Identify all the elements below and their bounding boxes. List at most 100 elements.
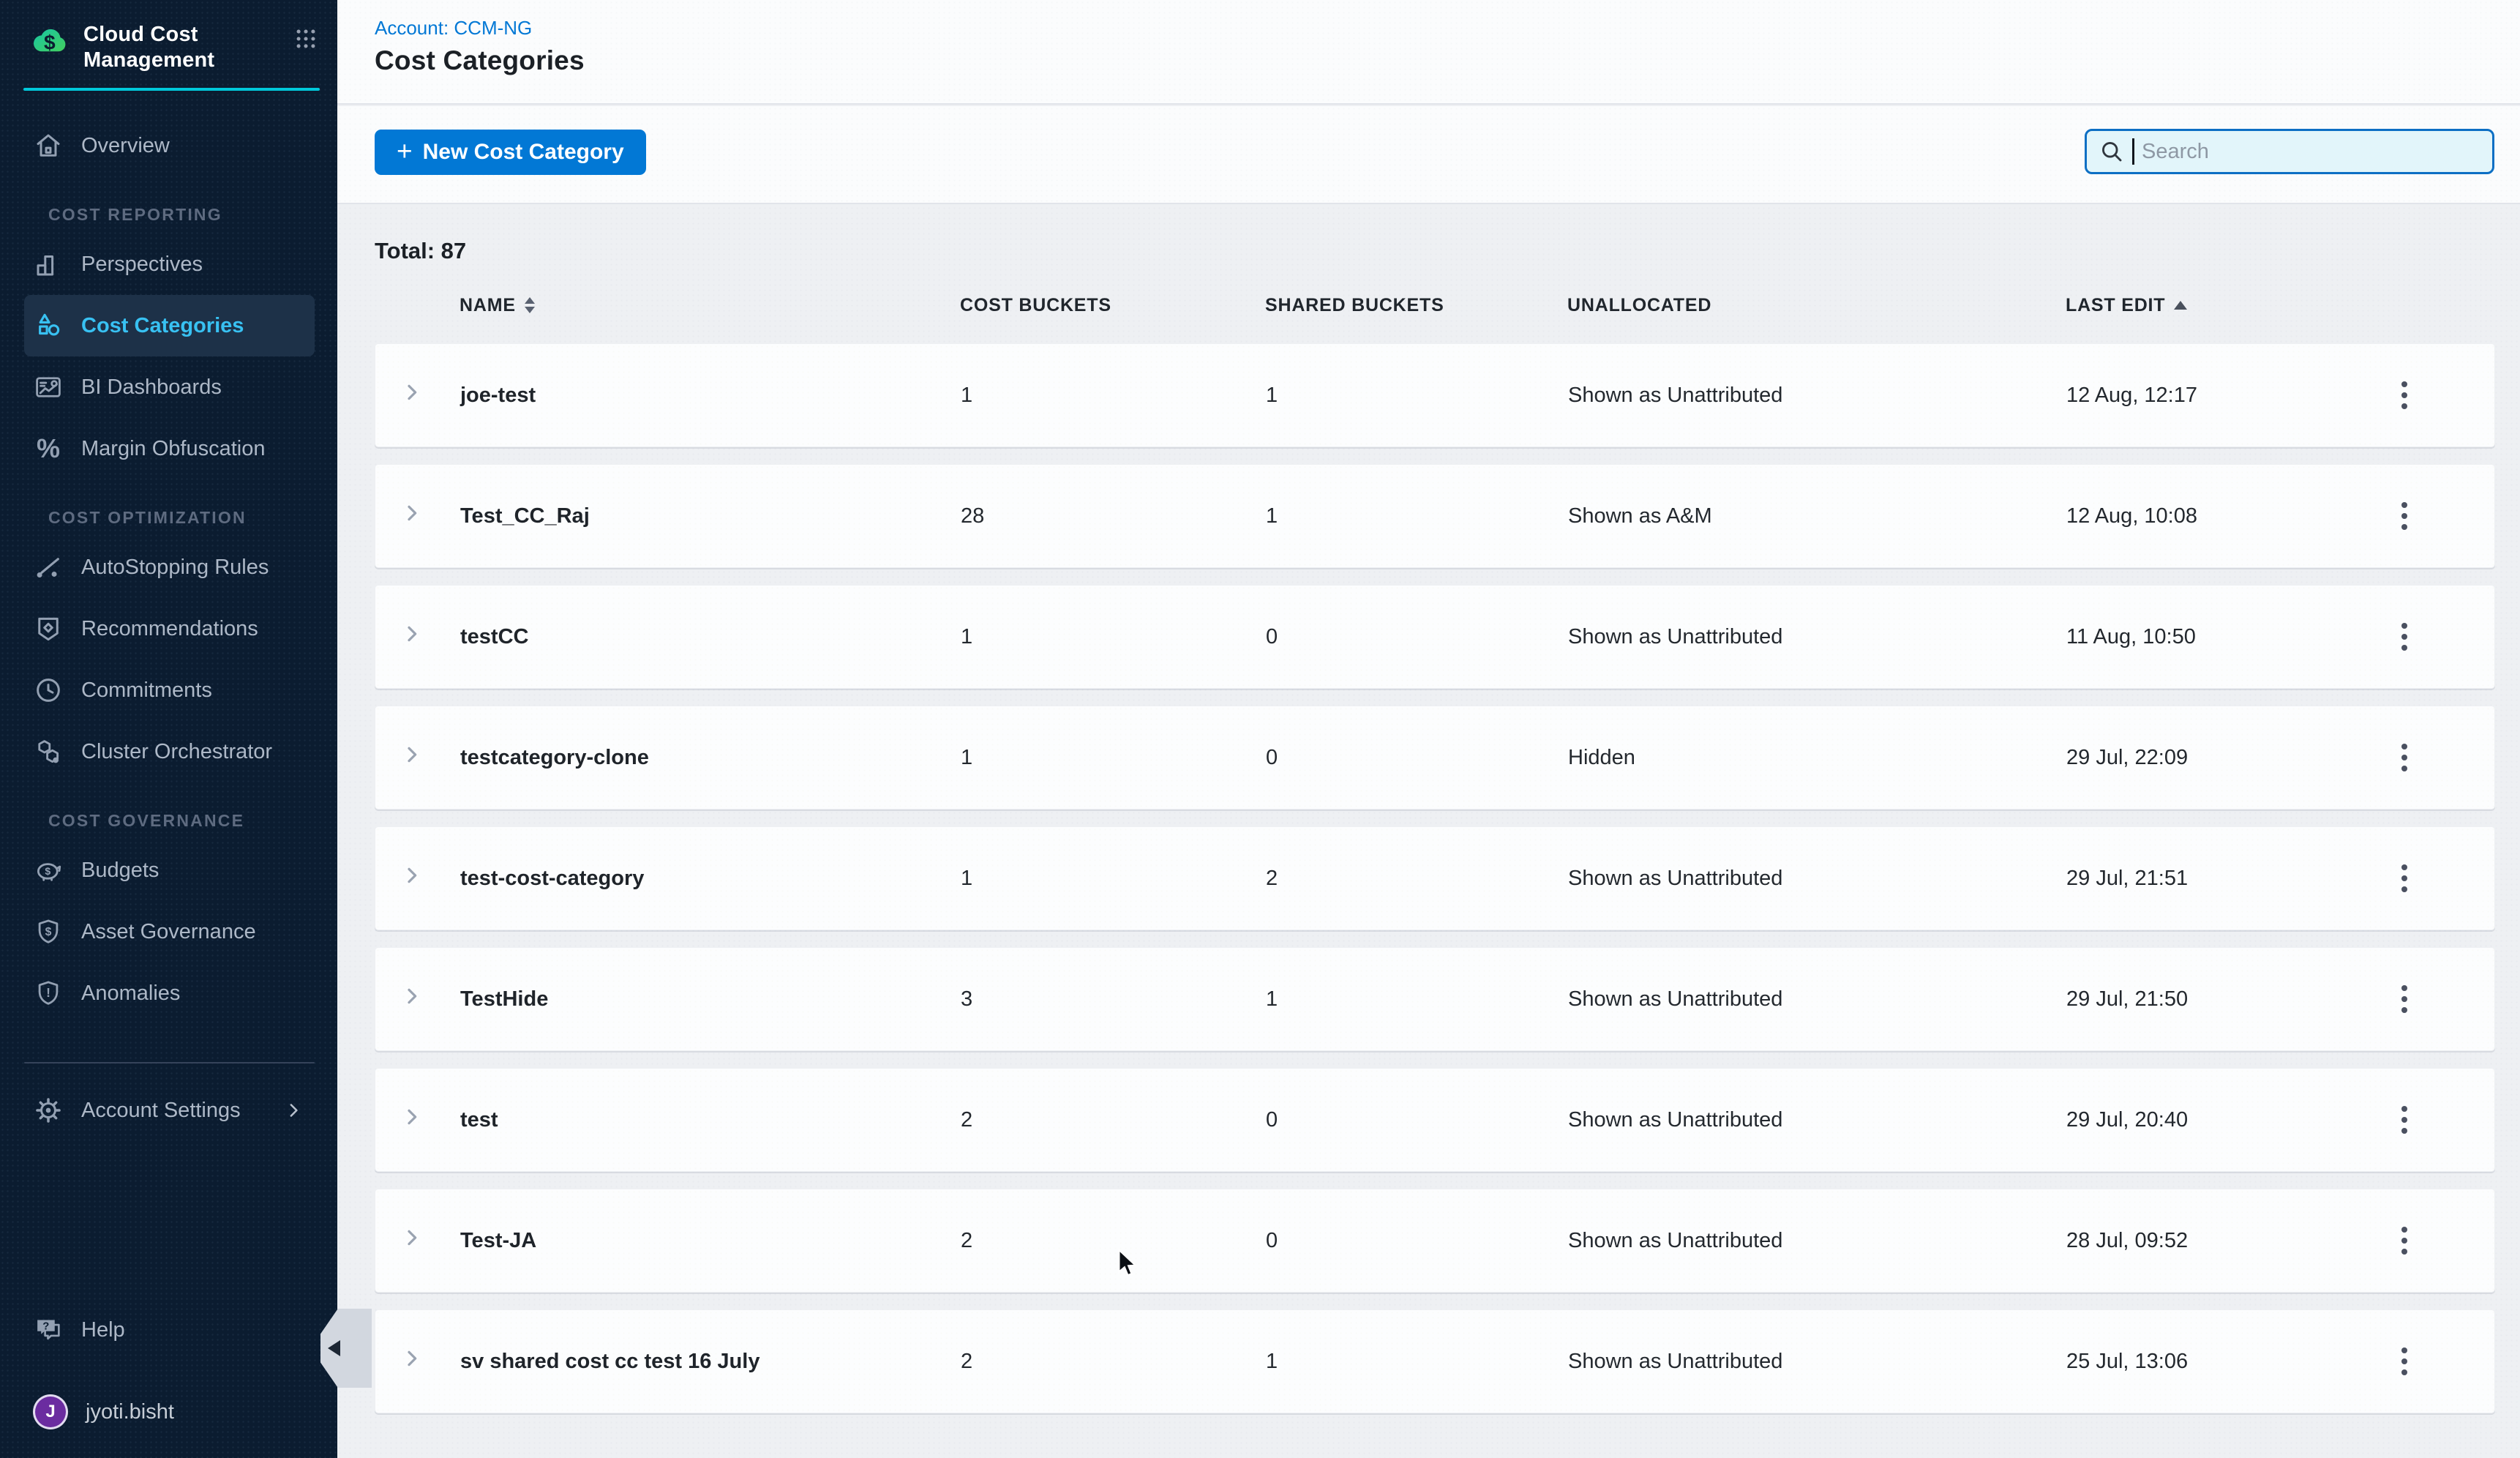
row-expand-chevron-icon[interactable] <box>400 1105 424 1134</box>
toolbar: + New Cost Category Search <box>337 106 2520 204</box>
shapes-icon <box>33 310 64 341</box>
sidebar-item-label: AutoStopping Rules <box>81 556 269 580</box>
sidebar-item-cluster-orchestrator[interactable]: Cluster Orchestrator <box>24 721 315 782</box>
collapse-left-arrow-icon <box>328 1340 340 1356</box>
row-unallocated: Hidden <box>1556 746 2055 770</box>
bar-chart-icon <box>33 249 64 280</box>
sidebar-item-overview[interactable]: Overview <box>24 115 315 176</box>
row-expand-chevron-icon[interactable] <box>400 622 424 651</box>
cloud-cost-logo-icon: $ <box>31 22 69 64</box>
new-cost-category-button[interactable]: + New Cost Category <box>375 130 646 175</box>
total-count: Total: 87 <box>375 238 2495 264</box>
percent-icon: % <box>33 433 64 464</box>
row-menu-kebab-icon[interactable] <box>2391 374 2418 416</box>
sort-both-icon <box>525 297 535 313</box>
row-expand-chevron-icon[interactable] <box>400 984 424 1014</box>
table-row[interactable]: test 2 0 Shown as Unattributed 29 Jul, 2… <box>375 1068 2495 1172</box>
shield-dollar-icon: $ <box>33 916 64 947</box>
page-title: Cost Categories <box>375 45 585 76</box>
sidebar-item-commitments[interactable]: Commitments <box>24 659 315 721</box>
row-expand-chevron-icon[interactable] <box>400 743 424 772</box>
table-row[interactable]: testcategory-clone 1 0 Hidden 29 Jul, 22… <box>375 706 2495 810</box>
row-unallocated: Shown as A&M <box>1556 504 2055 528</box>
sidebar-item-anomalies[interactable]: ! Anomalies <box>24 962 315 1024</box>
sidebar-section-cost-optimization: COST OPTIMIZATION <box>24 503 315 532</box>
row-menu-kebab-icon[interactable] <box>2391 495 2418 537</box>
row-expand-chevron-icon[interactable] <box>400 501 424 531</box>
sidebar-item-recommendations[interactable]: Recommendations <box>24 598 315 659</box>
column-header-name[interactable]: NAME <box>448 295 948 316</box>
table-row[interactable]: test-cost-category 1 2 Shown as Unattrib… <box>375 826 2495 930</box>
app-title: Cloud Cost Management <box>83 22 279 73</box>
user-profile[interactable]: J jyoti.bisht <box>24 1381 315 1443</box>
sidebar: $ Cloud Cost Management Overview COST RE… <box>0 0 337 1458</box>
table-row[interactable]: Test-JA 2 0 Shown as Unattributed 28 Jul… <box>375 1189 2495 1293</box>
breadcrumb-account-link[interactable]: Account: CCM-NG <box>375 17 532 40</box>
sidebar-item-autostopping-rules[interactable]: AutoStopping Rules <box>24 537 315 598</box>
row-menu-kebab-icon[interactable] <box>2391 1219 2418 1262</box>
sidebar-item-label: Margin Obfuscation <box>81 437 265 461</box>
column-header-last-edit[interactable]: LAST EDIT <box>2054 295 2380 316</box>
sidebar-item-label: Recommendations <box>81 617 258 641</box>
row-menu-kebab-icon[interactable] <box>2391 1099 2418 1141</box>
row-unallocated: Shown as Unattributed <box>1556 1350 2055 1374</box>
recommendation-icon <box>33 613 64 644</box>
svg-text:$: $ <box>44 31 56 53</box>
sidebar-item-label: Cost Categories <box>81 314 244 338</box>
table-row[interactable]: Test_CC_Raj 28 1 Shown as A&M 12 Aug, 10… <box>375 464 2495 568</box>
sidebar-section-cost-reporting: COST REPORTING <box>24 200 315 229</box>
row-unallocated: Shown as Unattributed <box>1556 384 2055 408</box>
sidebar-item-asset-governance[interactable]: $ Asset Governance <box>24 901 315 962</box>
sidebar-item-label: Cluster Orchestrator <box>81 740 272 764</box>
sidebar-item-account-settings[interactable]: Account Settings <box>24 1080 315 1141</box>
row-expand-chevron-icon[interactable] <box>400 1347 424 1376</box>
row-expand-chevron-icon[interactable] <box>400 1226 424 1255</box>
table-row[interactable]: sv shared cost cc test 16 July 2 1 Shown… <box>375 1309 2495 1413</box>
new-cost-category-label: New Cost Category <box>423 140 624 165</box>
row-last-edit: 25 Jul, 13:06 <box>2055 1350 2380 1374</box>
dashboard-icon <box>33 372 64 403</box>
row-expand-chevron-icon[interactable] <box>400 864 424 893</box>
sidebar-item-margin-obfuscation[interactable]: % Margin Obfuscation <box>24 418 315 479</box>
gear-icon <box>33 1095 64 1126</box>
sidebar-item-perspectives[interactable]: Perspectives <box>24 233 315 295</box>
row-cost-buckets: 3 <box>949 987 1254 1012</box>
row-cost-buckets: 1 <box>949 384 1254 408</box>
avatar: J <box>33 1394 68 1429</box>
row-menu-kebab-icon[interactable] <box>2391 1340 2418 1383</box>
table-row[interactable]: testCC 1 0 Shown as Unattributed 11 Aug,… <box>375 585 2495 689</box>
sidebar-section-cost-governance: COST GOVERNANCE <box>24 806 315 835</box>
row-menu-kebab-icon[interactable] <box>2391 616 2418 658</box>
row-menu-kebab-icon[interactable] <box>2391 857 2418 900</box>
row-cost-buckets: 1 <box>949 625 1254 649</box>
column-header-unallocated: UNALLOCATED <box>1556 295 2054 316</box>
sidebar-item-help[interactable]: ? Help <box>24 1299 315 1361</box>
sidebar-item-cost-categories[interactable]: Cost Categories <box>24 295 315 356</box>
table-row[interactable]: TestHide 3 1 Shown as Unattributed 29 Ju… <box>375 947 2495 1051</box>
row-last-edit: 11 Aug, 10:50 <box>2055 625 2380 649</box>
sidebar-item-budgets[interactable]: $ Budgets <box>24 840 315 901</box>
row-menu-kebab-icon[interactable] <box>2391 978 2418 1020</box>
sidebar-item-bi-dashboards[interactable]: BI Dashboards <box>24 356 315 418</box>
sidebar-item-label: Account Settings <box>81 1099 241 1123</box>
table-row[interactable]: joe-test 1 1 Shown as Unattributed 12 Au… <box>375 343 2495 447</box>
row-expand-chevron-icon[interactable] <box>400 381 424 410</box>
sidebar-item-label: Asset Governance <box>81 920 256 944</box>
sidebar-item-label: Anomalies <box>81 982 180 1006</box>
search-input[interactable]: Search <box>2085 129 2494 174</box>
table-header-row: NAME COST BUCKETS SHARED BUCKETS UNALLOC… <box>375 286 2495 324</box>
row-shared-buckets: 2 <box>1254 867 1556 891</box>
row-last-edit: 29 Jul, 21:51 <box>2055 867 2380 891</box>
row-shared-buckets: 1 <box>1254 987 1556 1012</box>
row-last-edit: 29 Jul, 22:09 <box>2055 746 2380 770</box>
home-icon <box>33 130 64 161</box>
row-menu-kebab-icon[interactable] <box>2391 736 2418 779</box>
column-header-cost-buckets: COST BUCKETS <box>948 295 1253 316</box>
page-header: Account: CCM-NG Cost Categories <box>337 0 2520 105</box>
app-grid-icon[interactable] <box>293 26 318 55</box>
svg-text:$: $ <box>45 865 50 877</box>
column-header-shared-buckets: SHARED BUCKETS <box>1253 295 1556 316</box>
sidebar-item-label: Budgets <box>81 859 159 883</box>
sidebar-item-label: Perspectives <box>81 253 203 277</box>
row-cost-buckets: 2 <box>949 1350 1254 1374</box>
